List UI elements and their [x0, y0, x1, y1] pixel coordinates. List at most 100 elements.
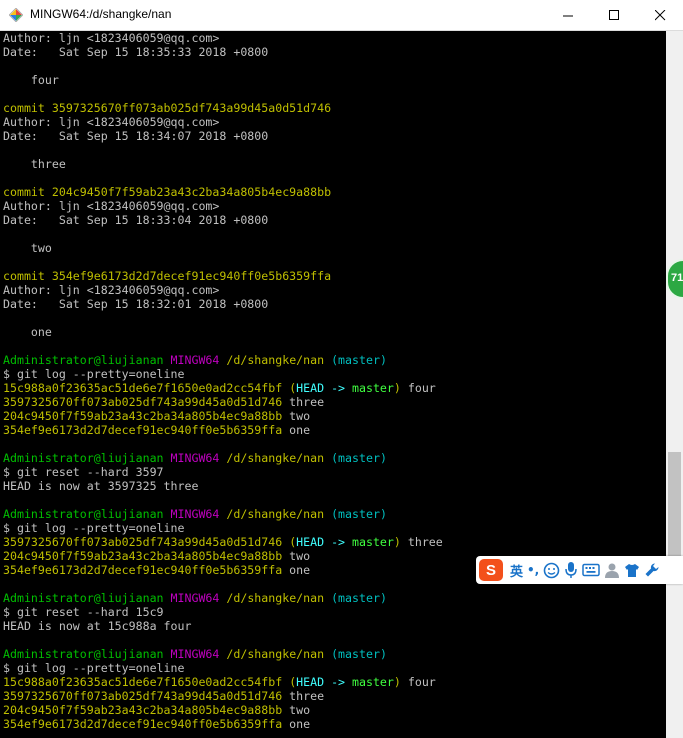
window-title: MINGW64:/d/shangke/nan: [30, 7, 172, 21]
terminal-line: one: [3, 325, 52, 339]
terminal-line: Author: ljn <1823406059@qq.com>: [3, 31, 219, 45]
terminal-text: commit 204c9450f7f59ab23a43c2ba34a805b4e…: [3, 185, 332, 199]
ime-mode-toggle[interactable]: 英: [510, 559, 523, 581]
terminal-text: Administrator@liujianan: [3, 647, 171, 661]
terminal-text: 15c988a0f23635ac51de6e7f1650e0ad2cc54fbf: [3, 381, 290, 395]
terminal-text: commit 3597325670ff073ab025df743a99d45a0…: [3, 101, 332, 115]
terminal-text: one: [282, 717, 311, 731]
terminal-text: ): [393, 675, 401, 689]
terminal-line: $ git log --pretty=oneline: [3, 521, 184, 535]
terminal-text: (master): [331, 647, 387, 661]
terminal-text: Date: Sat Sep 15 18:33:04 2018 +0800: [3, 213, 269, 227]
close-button[interactable]: [637, 0, 683, 30]
terminal-output[interactable]: Author: ljn <1823406059@qq.com> Date: Sat…: [0, 31, 666, 738]
vertical-scrollbar[interactable]: [666, 31, 683, 738]
terminal-text: 354ef9e6173d2d7decef91ec940ff0e5b6359ffa: [3, 423, 283, 437]
terminal-text: $ git reset --hard 3597: [3, 465, 164, 479]
terminal-line: commit 354ef9e6173d2d7decef91ec940ff0e5b…: [3, 269, 331, 283]
terminal-text: four: [400, 381, 436, 395]
terminal-line: HEAD is now at 3597325 three: [3, 479, 198, 493]
minimize-button[interactable]: [545, 0, 591, 30]
terminal-text: (master): [331, 451, 387, 465]
terminal-text: Administrator@liujianan: [3, 591, 171, 605]
terminal-text: one: [282, 563, 311, 577]
keyboard-icon[interactable]: [582, 559, 600, 581]
terminal-text: Author: ljn <1823406059@qq.com>: [3, 115, 220, 129]
terminal-text: master: [352, 535, 394, 549]
terminal-text: /d/shangke/nan: [226, 507, 332, 521]
terminal-line: Administrator@liujianan MINGW64 /d/shang…: [3, 353, 387, 367]
ime-toolbar[interactable]: S 英 •,: [476, 556, 683, 584]
terminal-text: 204c9450f7f59ab23a43c2ba34a805b4ec9a88bb: [3, 409, 283, 423]
terminal-line: HEAD is now at 15c988a four: [3, 619, 191, 633]
maximize-button[interactable]: [591, 0, 637, 30]
minimize-icon: [562, 15, 573, 16]
terminal-line: 354ef9e6173d2d7decef91ec940ff0e5b6359ffa…: [3, 563, 310, 577]
terminal-text: MINGW64: [170, 591, 227, 605]
terminal-line: 3597325670ff073ab025df743a99d45a0d51d746…: [3, 535, 443, 549]
terminal-text: three: [400, 535, 443, 549]
terminal-text: Administrator@liujianan: [3, 451, 171, 465]
terminal-line: two: [3, 241, 52, 255]
terminal-line: Date: Sat Sep 15 18:32:01 2018 +0800: [3, 297, 268, 311]
terminal-text: two: [282, 549, 311, 563]
terminal-line: Author: ljn <1823406059@qq.com>: [3, 199, 219, 213]
terminal-text: Date: Sat Sep 15 18:34:07 2018 +0800: [3, 129, 269, 143]
terminal-line: 354ef9e6173d2d7decef91ec940ff0e5b6359ffa…: [3, 717, 310, 731]
terminal-text: three: [3, 157, 66, 171]
terminal-text: Administrator@liujianan: [3, 507, 171, 521]
terminal-line: 204c9450f7f59ab23a43c2ba34a805b4ec9a88bb…: [3, 409, 310, 423]
terminal-text: 3597325670ff073ab025df743a99d45a0d51d746: [3, 689, 283, 703]
terminal-text: (master): [331, 591, 387, 605]
user-icon[interactable]: [604, 559, 620, 581]
settings-icon[interactable]: [644, 559, 660, 581]
terminal-line: Administrator@liujianan MINGW64 /d/shang…: [3, 591, 387, 605]
terminal-line: 15c988a0f23635ac51de6e7f1650e0ad2cc54fbf…: [3, 675, 436, 689]
terminal-text: master: [352, 381, 394, 395]
terminal-text: four: [400, 675, 436, 689]
ime-punct-toggle[interactable]: •,: [527, 559, 539, 581]
terminal-line: Date: Sat Sep 15 18:33:04 2018 +0800: [3, 213, 268, 227]
terminal-text: MINGW64: [170, 647, 227, 661]
terminal-line: $ git log --pretty=oneline: [3, 661, 184, 675]
terminal-text: Author: ljn <1823406059@qq.com>: [3, 283, 220, 297]
terminal-line: 3597325670ff073ab025df743a99d45a0d51d746…: [3, 395, 324, 409]
skin-icon[interactable]: [624, 559, 640, 581]
terminal-text: Author: ljn <1823406059@qq.com>: [3, 31, 220, 45]
microphone-icon[interactable]: [564, 559, 578, 581]
bubble-label: 71: [671, 272, 683, 284]
scrollbar-thumb[interactable]: [668, 452, 681, 562]
terminal-text: Administrator@liujianan: [3, 353, 171, 367]
terminal-text: /d/shangke/nan: [226, 451, 332, 465]
terminal-line: commit 204c9450f7f59ab23a43c2ba34a805b4e…: [3, 185, 331, 199]
terminal-text: Author: ljn <1823406059@qq.com>: [3, 199, 220, 213]
terminal-text: HEAD ->: [296, 535, 353, 549]
terminal-line: 204c9450f7f59ab23a43c2ba34a805b4ec9a88bb…: [3, 703, 310, 717]
terminal-text: 354ef9e6173d2d7decef91ec940ff0e5b6359ffa: [3, 717, 283, 731]
terminal-text: (master): [331, 353, 387, 367]
terminal-text: $ git reset --hard 15c9: [3, 605, 164, 619]
terminal-text: four: [3, 73, 59, 87]
window-titlebar[interactable]: MINGW64:/d/shangke/nan: [0, 0, 683, 31]
terminal-text: two: [282, 703, 311, 717]
terminal-line: Author: ljn <1823406059@qq.com>: [3, 115, 219, 129]
terminal-line: 204c9450f7f59ab23a43c2ba34a805b4ec9a88bb…: [3, 549, 310, 563]
terminal-line: Date: Sat Sep 15 18:34:07 2018 +0800: [3, 129, 268, 143]
terminal-line: four: [3, 73, 59, 87]
emoji-icon[interactable]: [543, 559, 560, 581]
terminal-line: 15c988a0f23635ac51de6e7f1650e0ad2cc54fbf…: [3, 381, 436, 395]
terminal-text: HEAD is now at 15c988a four: [3, 619, 192, 633]
close-icon: [654, 9, 665, 20]
terminal-text: MINGW64: [170, 507, 227, 521]
sogou-logo-icon[interactable]: S: [479, 559, 503, 581]
terminal-text: MINGW64: [170, 353, 227, 367]
terminal-text: 204c9450f7f59ab23a43c2ba34a805b4ec9a88bb: [3, 549, 283, 563]
terminal-text: Date: Sat Sep 15 18:35:33 2018 +0800: [3, 45, 269, 59]
terminal-text: 3597325670ff073ab025df743a99d45a0d51d746: [3, 395, 283, 409]
terminal-text: Date: Sat Sep 15 18:32:01 2018 +0800: [3, 297, 269, 311]
terminal-text: 3597325670ff073ab025df743a99d45a0d51d746: [3, 535, 290, 549]
terminal-text: 15c988a0f23635ac51de6e7f1650e0ad2cc54fbf: [3, 675, 290, 689]
terminal-line: 354ef9e6173d2d7decef91ec940ff0e5b6359ffa…: [3, 423, 310, 437]
terminal-text: (master): [331, 507, 387, 521]
terminal-line: $ git reset --hard 15c9: [3, 605, 164, 619]
